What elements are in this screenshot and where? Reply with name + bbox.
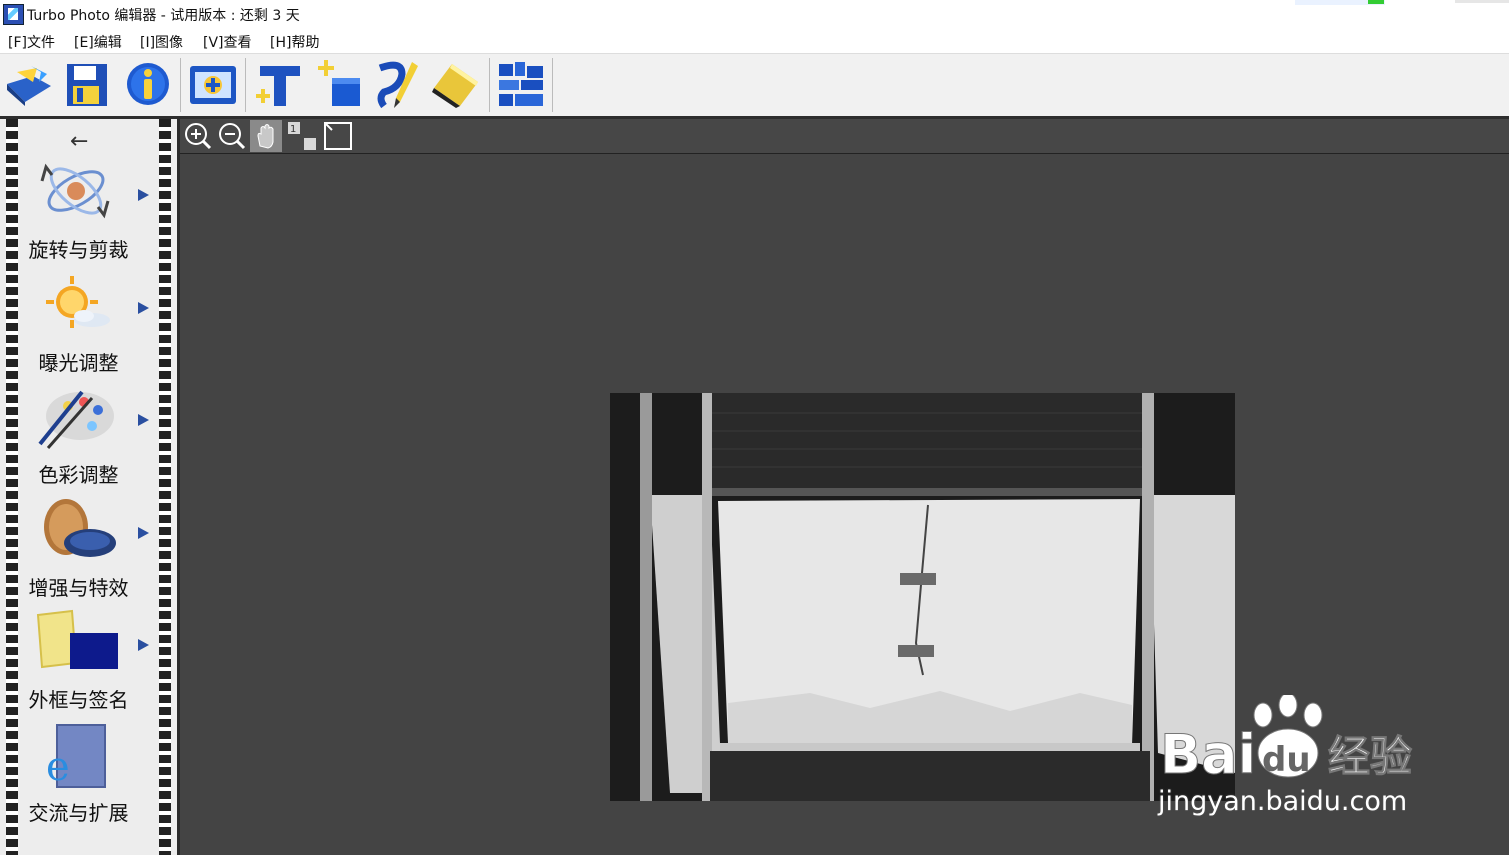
expand-arrow-icon[interactable] [138, 302, 149, 314]
menu-bar: [F]文件 [E]编辑 [I]图像 [V]查看 [H]帮助 [0, 29, 1509, 54]
expand-arrow-icon[interactable] [138, 414, 149, 426]
svg-text:经验: 经验 [1328, 732, 1412, 781]
svg-text:e: e [46, 744, 70, 790]
actual-size-label: 1 [290, 124, 296, 135]
editing-photo[interactable] [610, 393, 1235, 801]
window-title: Turbo Photo 编辑器 - 试用版本 : 还剩 3 天 [27, 8, 300, 24]
sidebar-item-color[interactable]: 色彩调整 [20, 384, 158, 496]
effects-sidebar: ← 旋转与剪裁 曝光调整 色彩调整 增强与特效 外框与签名 e 交流与扩展 [0, 119, 180, 855]
layout-grid-icon[interactable] [495, 58, 547, 110]
svg-text:du: du [1262, 740, 1311, 780]
info-icon[interactable] [122, 58, 174, 110]
menu-help[interactable]: [H]帮助 [270, 32, 319, 52]
app-logo-icon [3, 4, 24, 25]
pan-hand-icon[interactable] [250, 120, 282, 152]
actual-size-icon[interactable]: 1 [286, 120, 318, 152]
toolbar-separator [245, 58, 246, 112]
baidu-watermark-logo: Bai du 经验 [1160, 695, 1413, 785]
fit-window-icon[interactable] [322, 120, 354, 152]
add-text-icon[interactable] [252, 58, 304, 110]
toolbar-separator [552, 58, 553, 112]
brush-icon[interactable] [372, 58, 424, 110]
color-palette-icon [38, 390, 114, 449]
expand-arrow-icon[interactable] [138, 527, 149, 539]
sidebar-item-rotate-crop[interactable]: 旋转与剪裁 [20, 159, 158, 271]
zoom-out-icon[interactable] [216, 120, 248, 152]
sidebar-item-label: 旋转与剪裁 [28, 238, 129, 262]
sidebar-item-exposure[interactable]: 曝光调整 [20, 272, 158, 384]
back-arrow-icon[interactable]: ← [70, 131, 88, 153]
main-toolbar [0, 54, 1509, 119]
watermark-url: jingyan.baidu.com [1158, 786, 1408, 817]
svg-text:Bai: Bai [1160, 723, 1256, 785]
title-bar: Turbo Photo 编辑器 - 试用版本 : 还剩 3 天 [0, 0, 1509, 29]
lens-filter-icon [44, 499, 116, 557]
sidebar-item-label: 交流与扩展 [28, 801, 129, 825]
expand-arrow-icon[interactable] [138, 189, 149, 201]
menu-file[interactable]: [F]文件 [8, 32, 55, 52]
open-folder-icon[interactable] [3, 58, 55, 110]
film-strip-border-left [6, 119, 18, 855]
sidebar-item-frame-signature[interactable]: 外框与签名 [20, 609, 158, 721]
menu-view[interactable]: [V]查看 [203, 32, 252, 52]
menu-image[interactable]: [I]图像 [140, 32, 183, 52]
menu-edit[interactable]: [E]编辑 [74, 32, 122, 52]
share-extend-icon: e [46, 724, 106, 790]
sidebar-item-label: 曝光调整 [38, 351, 119, 375]
sidebar-item-label: 增强与特效 [28, 576, 129, 600]
add-shape-icon[interactable] [312, 58, 364, 110]
exposure-sun-icon [46, 276, 110, 328]
frame-signature-icon [36, 609, 118, 669]
background-window-badge [1368, 0, 1384, 4]
add-photo-icon[interactable] [187, 58, 239, 110]
zoom-in-icon[interactable] [182, 120, 214, 152]
sidebar-item-enhance-effects[interactable]: 增强与特效 [20, 497, 158, 609]
save-icon[interactable] [62, 58, 114, 110]
toolbar-separator [489, 58, 490, 112]
film-strip-border-right [159, 119, 171, 855]
eraser-icon[interactable] [430, 58, 482, 110]
expand-arrow-icon[interactable] [138, 639, 149, 651]
sidebar-item-label: 色彩调整 [38, 463, 119, 487]
toolbar-separator [180, 58, 181, 112]
sidebar-item-share-extend[interactable]: e 交流与扩展 [20, 722, 158, 834]
sidebar-item-label: 外框与签名 [28, 688, 129, 712]
rotate-crop-icon [40, 163, 110, 219]
background-window-edge-right [1455, 0, 1509, 3]
view-toolbar: 1 [180, 119, 1509, 154]
